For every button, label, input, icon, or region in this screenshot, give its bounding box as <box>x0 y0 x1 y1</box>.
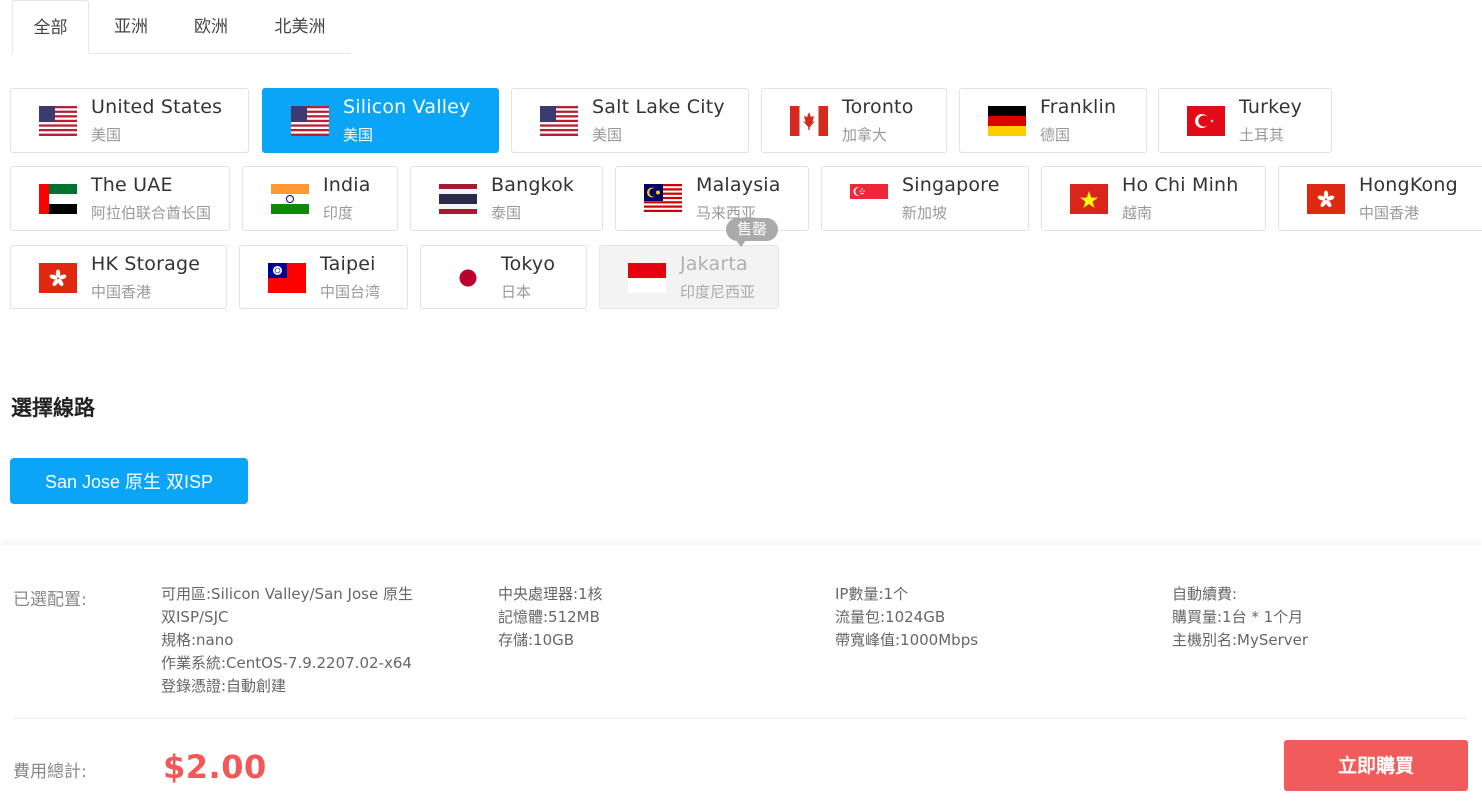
region-name: The UAE <box>91 174 173 196</box>
region-country: 日本 <box>501 283 532 301</box>
region-name: Bangkok <box>491 174 575 196</box>
config-column-3: IP數量:1个 流量包:1024GB 帶寬峰值:1000Mbps <box>835 583 978 652</box>
region-name: Silicon Valley <box>343 96 471 118</box>
region-country: 加拿大 <box>842 126 888 144</box>
region-card-toronto[interactable]: Toronto 加拿大 <box>761 88 947 153</box>
region-name: United States <box>91 96 223 118</box>
hk-flag-icon <box>39 263 77 293</box>
region-name: Taipei <box>320 253 376 275</box>
region-card-tokyo[interactable]: Tokyo 日本 <box>420 245 587 309</box>
config-zone: 可用區:Silicon Valley/San Jose 原生 <box>161 585 413 603</box>
config-traffic: 流量包:1024GB <box>835 608 946 626</box>
config-credential: 登錄憑證:自動創建 <box>161 677 287 695</box>
region-card-franklin[interactable]: Franklin 德国 <box>959 88 1147 153</box>
region-card-united-states[interactable]: United States 美国 <box>10 88 249 153</box>
region-country: 美国 <box>592 126 623 144</box>
region-tabs: 全部 亚洲 欧洲 北美洲 <box>12 0 350 54</box>
tab-all[interactable]: 全部 <box>12 0 89 54</box>
id-flag-icon <box>628 263 666 293</box>
config-auto-renew: 自動續費: <box>1172 585 1238 603</box>
config-bandwidth: 帶寬峰值:1000Mbps <box>835 631 979 649</box>
region-card-hk-storage[interactable]: HK Storage 中国香港 <box>10 245 227 309</box>
region-name: India <box>323 174 371 196</box>
soldout-badge: 售罄 <box>726 218 778 247</box>
tr-flag-icon <box>1187 106 1225 136</box>
ca-flag-icon <box>790 106 828 136</box>
total-price: $2.00 <box>163 748 267 786</box>
config-label: 已選配置: <box>13 590 87 610</box>
tab-europe[interactable]: 欧洲 <box>172 0 250 53</box>
tab-asia[interactable]: 亚洲 <box>92 0 170 53</box>
region-name: HongKong <box>1359 174 1458 196</box>
region-country: 印度 <box>323 204 354 222</box>
region-country: 美国 <box>91 126 122 144</box>
region-name: Tokyo <box>501 253 556 275</box>
region-name: Malaysia <box>696 174 781 196</box>
region-card-salt-lake-city[interactable]: Salt Lake City 美国 <box>511 88 749 153</box>
region-country: 中国台湾 <box>320 283 381 301</box>
config-zone-cont: 双ISP/SJC <box>161 608 229 626</box>
us-flag-icon <box>540 106 578 136</box>
region-name: Toronto <box>842 96 914 118</box>
region-card-bangkok[interactable]: Bangkok 泰国 <box>410 166 603 231</box>
region-country: 阿拉伯联合酋长国 <box>91 204 212 222</box>
region-country: 美国 <box>343 126 374 144</box>
region-card-india[interactable]: India 印度 <box>242 166 398 231</box>
th-flag-icon <box>439 184 477 214</box>
region-card-silicon-valley[interactable]: Silicon Valley 美国 <box>262 88 499 153</box>
region-card-uae[interactable]: The UAE 阿拉伯联合酋长国 <box>10 166 230 231</box>
total-label: 費用總計: <box>13 762 87 782</box>
hk-flag-icon <box>1307 184 1345 214</box>
region-card-singapore[interactable]: Singapore 新加坡 <box>821 166 1029 231</box>
region-card-malaysia[interactable]: Malaysia 马来西亚 <box>615 166 809 231</box>
region-country: 印度尼西亚 <box>680 283 756 301</box>
sg-flag-icon <box>850 184 888 214</box>
region-country: 泰国 <box>491 204 522 222</box>
config-column-4: 自動續費: 購買量:1台 * 1个月 主機別名:MyServer <box>1172 583 1308 652</box>
config-cpu: 中央處理器:1核 <box>498 585 603 603</box>
region-name: Jakarta <box>680 253 748 275</box>
order-summary-panel: 已選配置: 可用區:Silicon Valley/San Jose 原生 双IS… <box>0 545 1482 801</box>
region-name: Salt Lake City <box>592 96 725 118</box>
config-memory: 記憶體:512MB <box>498 608 600 626</box>
us-flag-icon <box>39 106 77 136</box>
region-country: 德国 <box>1040 126 1071 144</box>
region-name: Turkey <box>1239 96 1303 118</box>
config-quantity: 購買量:1台 * 1个月 <box>1172 608 1304 626</box>
region-card-jakarta: Jakarta 印度尼西亚 <box>599 245 779 309</box>
region-country: 新加坡 <box>902 204 948 222</box>
region-country: 中国香港 <box>1359 204 1420 222</box>
jp-flag-icon <box>449 263 487 293</box>
us-flag-icon <box>291 106 329 136</box>
region-card-taipei[interactable]: Taipei 中国台湾 <box>239 245 408 309</box>
region-country: 中国香港 <box>91 283 152 301</box>
config-storage: 存儲:10GB <box>498 631 575 649</box>
in-flag-icon <box>271 184 309 214</box>
config-column-1: 可用區:Silicon Valley/San Jose 原生 双ISP/SJC … <box>161 583 413 698</box>
region-name: Singapore <box>902 174 1000 196</box>
region-card-turkey[interactable]: Turkey 土耳其 <box>1158 88 1332 153</box>
tab-north-america[interactable]: 北美洲 <box>258 0 342 53</box>
region-name: Ho Chi Minh <box>1122 174 1239 196</box>
region-country: 土耳其 <box>1239 126 1285 144</box>
config-hostname: 主機別名:MyServer <box>1172 631 1309 649</box>
my-flag-icon <box>644 184 682 214</box>
ae-flag-icon <box>39 184 77 214</box>
region-name: HK Storage <box>91 253 201 275</box>
line-section-title: 選擇線路 <box>11 396 95 420</box>
vn-flag-icon <box>1070 184 1108 214</box>
region-card-ho-chi-minh[interactable]: Ho Chi Minh 越南 <box>1041 166 1266 231</box>
buy-now-button[interactable]: 立即購買 <box>1284 740 1468 791</box>
config-ip-count: IP數量:1个 <box>835 585 909 603</box>
tw-flag-icon <box>268 263 306 293</box>
region-name: Franklin <box>1040 96 1117 118</box>
config-column-2: 中央處理器:1核 記憶體:512MB 存儲:10GB <box>498 583 603 652</box>
de-flag-icon <box>988 106 1026 136</box>
region-card-hongkong[interactable]: HongKong 中国香港 <box>1278 166 1482 231</box>
region-country: 越南 <box>1122 204 1153 222</box>
config-os: 作業系統:CentOS-7.9.2207.02-x64 <box>161 654 412 672</box>
config-spec: 規格:nano <box>161 631 234 649</box>
line-option-san-jose-button[interactable]: San Jose 原生 双ISP <box>10 458 248 504</box>
divider <box>12 718 1468 719</box>
